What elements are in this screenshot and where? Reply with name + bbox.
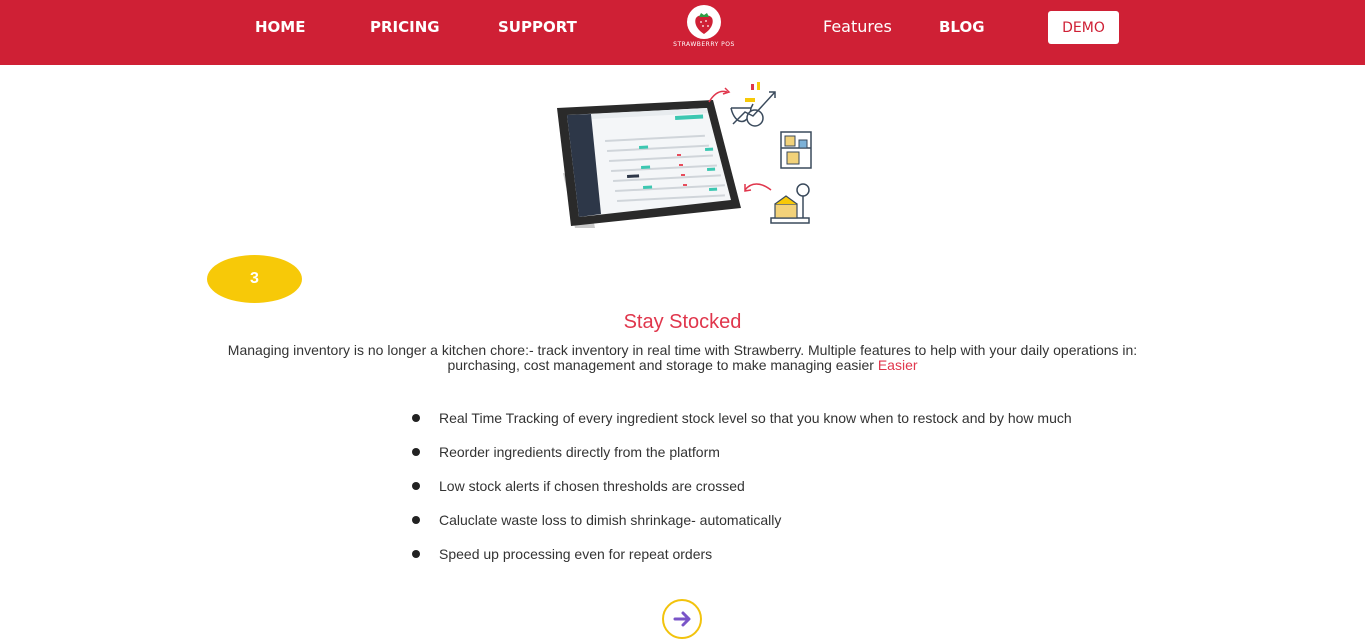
nav-blog-link[interactable]: BLOG [939, 18, 985, 36]
top-navigation-bar: HOME PRICING SUPPORT STRAWBERRY POS Feat… [0, 0, 1365, 65]
strawberry-icon [695, 13, 713, 34]
nav-features-link[interactable]: Features [823, 17, 892, 36]
bullet-icon [412, 482, 420, 490]
nav-home-link[interactable]: HOME [255, 18, 305, 36]
bullet-icon [412, 448, 420, 456]
easier-link[interactable]: Easier [878, 357, 918, 373]
logo-text: STRAWBERRY POS [673, 41, 735, 48]
tablet-inventory-illustration [557, 82, 812, 228]
section-description-text: Managing inventory is no longer a kitche… [227, 342, 1138, 373]
bullet-icon [412, 414, 420, 422]
list-item-text: Low stock alerts if chosen thresholds ar… [439, 478, 745, 494]
next-step-button[interactable] [662, 599, 702, 639]
list-item-text: Speed up processing even for repeat orde… [439, 546, 713, 562]
arrow-right-icon [673, 611, 691, 627]
list-item-text: Reorder ingredients directly from the pl… [439, 444, 720, 460]
logo-badge [687, 5, 721, 39]
section-description: Managing inventory is no longer a kitche… [200, 343, 1165, 373]
step-number-badge: 3 [207, 255, 302, 303]
strawberry-pos-logo[interactable]: STRAWBERRY POS [664, 5, 744, 51]
list-item-text: Caluclate waste loss to dimish shrinkage… [439, 512, 782, 528]
nav-support-link[interactable]: SUPPORT [498, 18, 577, 36]
section-title: Stay Stocked [623, 311, 742, 333]
nav-pricing-link[interactable]: PRICING [370, 18, 440, 36]
demo-button[interactable]: DEMO [1048, 11, 1119, 44]
bullet-icon [412, 516, 420, 524]
inventory-illustration [555, 78, 817, 234]
bullet-icon [412, 550, 420, 558]
list-item-text: Real Time Tracking of every ingredient s… [439, 410, 1072, 426]
